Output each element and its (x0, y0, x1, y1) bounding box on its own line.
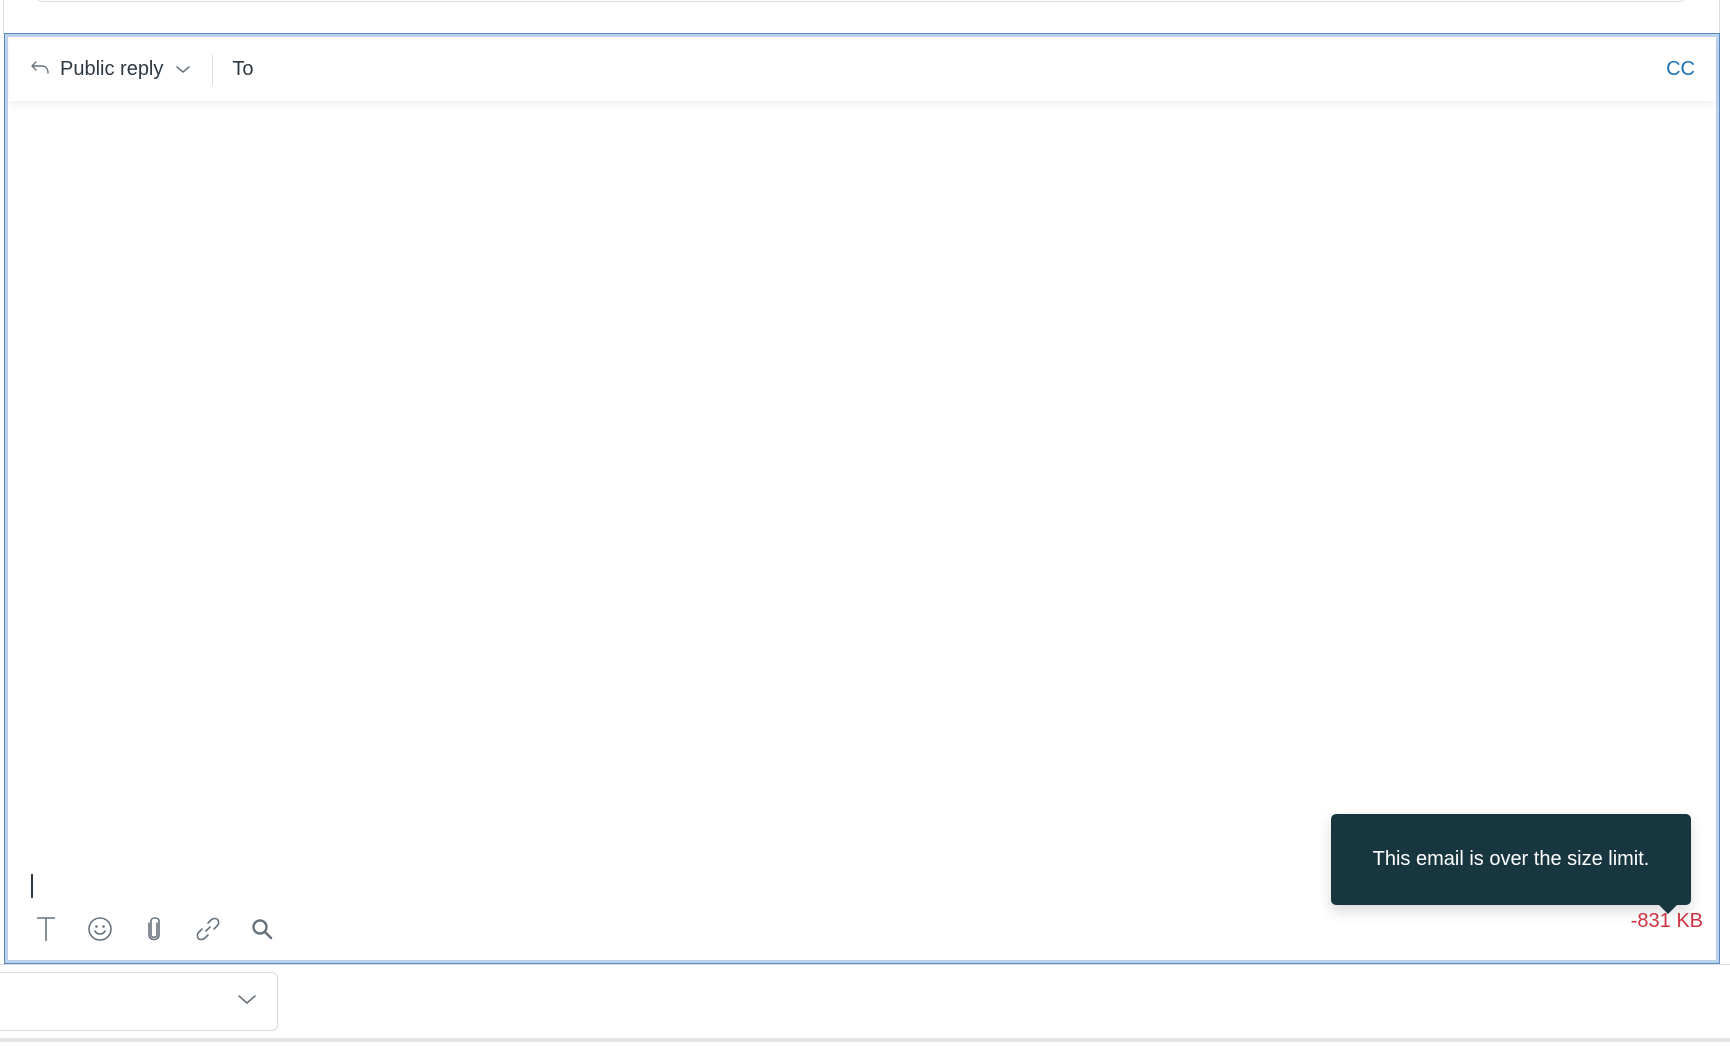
cc-button[interactable]: CC (1666, 58, 1695, 81)
bottom-select-dropdown[interactable] (0, 972, 278, 1031)
to-field-label[interactable]: To (232, 58, 253, 81)
reply-arrow-icon (30, 59, 50, 80)
emoji-icon (87, 916, 113, 947)
composer-toolbar (31, 916, 301, 946)
size-remaining-counter[interactable]: -831 KB (1631, 910, 1703, 933)
composer-bottom-divider (0, 964, 1730, 965)
search-icon (251, 918, 273, 945)
chevron-down-icon (238, 993, 256, 1011)
previous-panel-edge (35, 0, 1687, 2)
emoji-button[interactable] (85, 916, 115, 946)
attachment-icon (146, 916, 162, 947)
footer-divider (0, 1038, 1730, 1042)
left-divider (3, 0, 4, 34)
link-button[interactable] (193, 916, 223, 946)
text-format-button[interactable] (31, 916, 61, 946)
chevron-down-icon (176, 61, 191, 79)
composer-header: Public reply To CC (9, 38, 1715, 101)
reply-type-label: Public reply (60, 58, 164, 80)
size-limit-tooltip: This email is over the size limit. (1331, 814, 1691, 914)
header-divider (212, 54, 214, 85)
right-divider (1719, 0, 1720, 34)
link-icon (195, 916, 221, 947)
attachment-button[interactable] (139, 916, 169, 946)
reply-composer[interactable]: Public reply To CC This email is over th… (4, 33, 1720, 964)
search-button[interactable] (247, 916, 277, 946)
reply-type-dropdown[interactable]: Public reply (30, 58, 191, 81)
text-format-icon (35, 916, 57, 947)
text-cursor[interactable] (31, 874, 33, 898)
